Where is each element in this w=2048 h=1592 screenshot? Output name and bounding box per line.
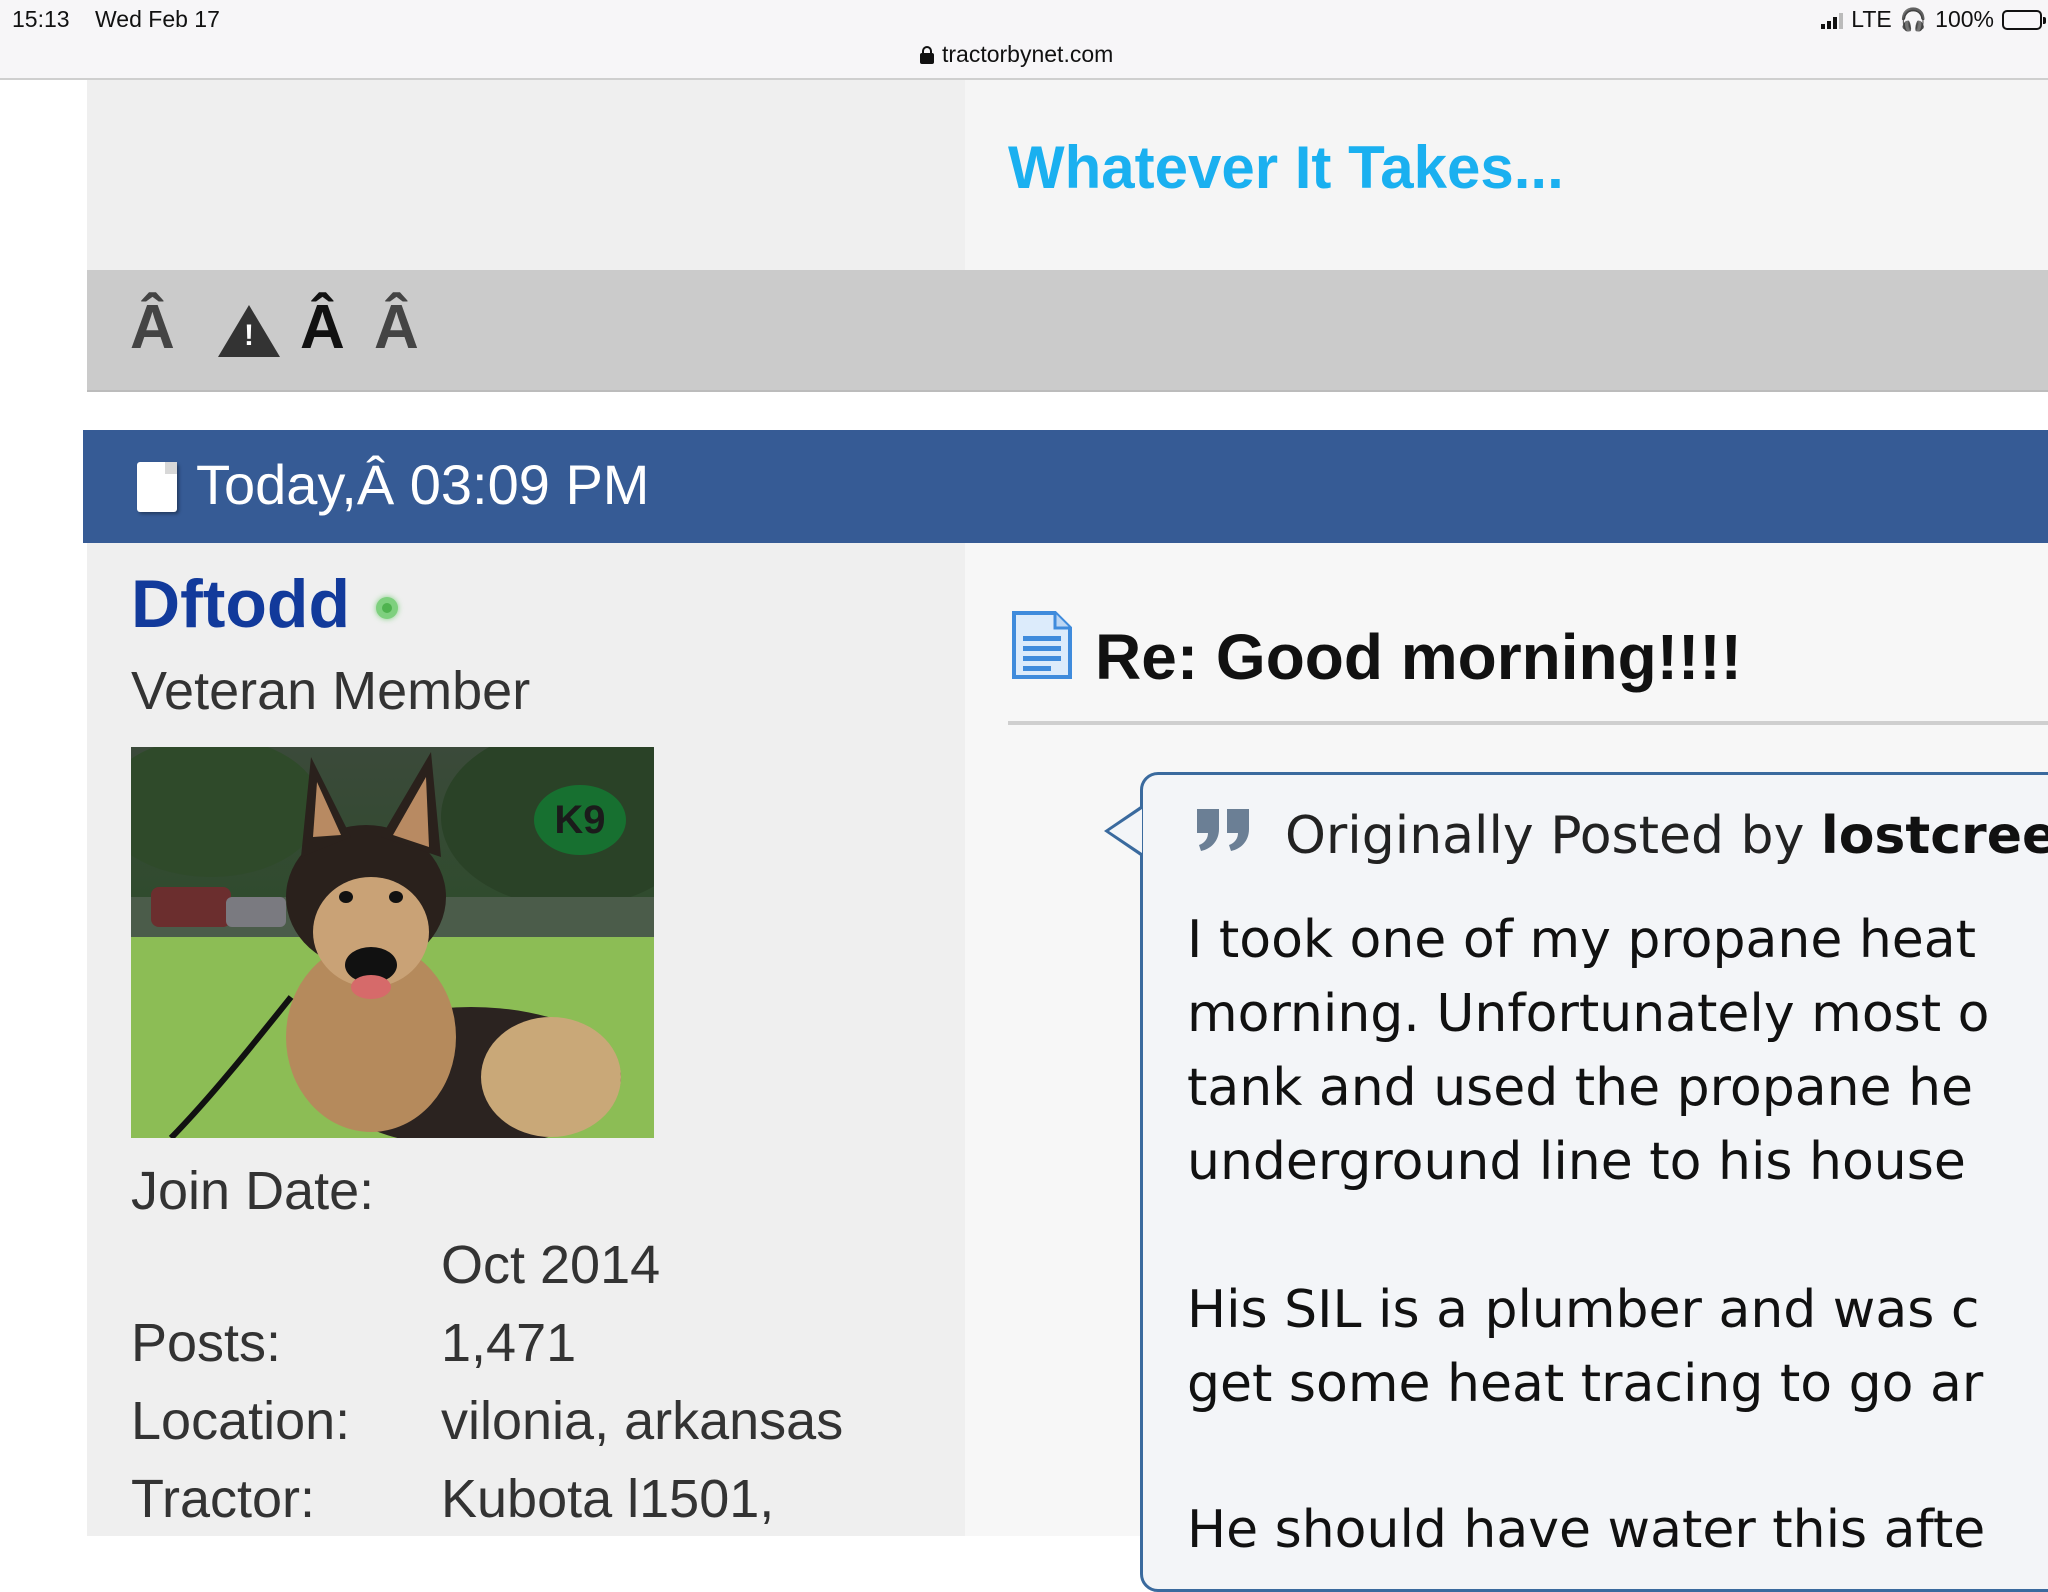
- post-title: Re: Good morning!!!!: [1095, 621, 1742, 693]
- post-document-icon: [137, 462, 177, 512]
- warning-icon[interactable]: !: [218, 305, 280, 357]
- post-divider: [1008, 721, 2048, 725]
- site-tagline[interactable]: Whatever It Takes...: [1008, 133, 1564, 202]
- posts-value: 1,471: [441, 1313, 577, 1373]
- quote-line: tank and used the propane he: [1187, 1058, 1974, 1118]
- posts-label: Posts:: [131, 1313, 282, 1373]
- quote-line: His SIL is a plumber and was c: [1187, 1280, 1980, 1340]
- signal-icon: [1821, 11, 1844, 29]
- toolbar-glyph-2[interactable]: Â: [300, 292, 345, 363]
- location-value: vilonia, arkansas: [441, 1391, 844, 1451]
- quote-line: morning. Unfortunately most o: [1187, 984, 1990, 1044]
- online-status-icon: [376, 597, 398, 619]
- toolbar-glyph-3[interactable]: Â: [374, 292, 419, 363]
- network-label: LTE: [1851, 6, 1892, 32]
- quote-line: underground line to his house: [1187, 1132, 1966, 1192]
- banner-left: [87, 80, 965, 270]
- address-bar[interactable]: tractorbynet.com: [920, 41, 1113, 68]
- tractor-label: Tractor:: [131, 1469, 316, 1529]
- quote-line: get some heat tracing to go ar: [1187, 1354, 1984, 1414]
- status-date: Wed Feb 17: [95, 6, 220, 32]
- user-rank: Veteran Member: [131, 661, 531, 721]
- quote-line: He should have water this afte: [1187, 1500, 1986, 1560]
- post-icon: [1012, 611, 1072, 679]
- tractor-value: Kubota l1501,: [441, 1469, 775, 1529]
- location-label: Location:: [131, 1391, 351, 1451]
- battery-label: 100%: [1935, 6, 1994, 32]
- quote-line: I took one of my propane heat: [1187, 910, 1977, 970]
- battery-icon: [2002, 9, 2046, 30]
- avatar[interactable]: K9: [131, 747, 654, 1138]
- lock-icon: [920, 45, 934, 64]
- post-date: Today,Â 03:09 PM: [196, 453, 650, 516]
- quote-prefix: Originally Posted by: [1285, 806, 1805, 866]
- status-bar: 15:13 Wed Feb 17 tractorbynet.com LTE 🎧 …: [0, 0, 2048, 80]
- avatar-k9-badge: K9: [534, 785, 626, 855]
- join-date-label: Join Date:: [131, 1161, 375, 1221]
- headphones-icon: 🎧: [1899, 6, 1928, 32]
- status-time: 15:13: [12, 6, 70, 32]
- url-text: tractorbynet.com: [942, 41, 1114, 67]
- join-date-value: Oct 2014: [441, 1235, 661, 1295]
- toolbar-glyph-1[interactable]: Â: [130, 292, 175, 363]
- username-link[interactable]: Dftodd: [131, 565, 350, 643]
- quote-marks-icon: [1197, 809, 1249, 851]
- quote-author-link[interactable]: lostcree: [1821, 806, 2048, 866]
- status-indicators: LTE 🎧 100%: [1821, 6, 2046, 33]
- quote-attribution: Originally Posted by lostcree: [1285, 806, 2048, 866]
